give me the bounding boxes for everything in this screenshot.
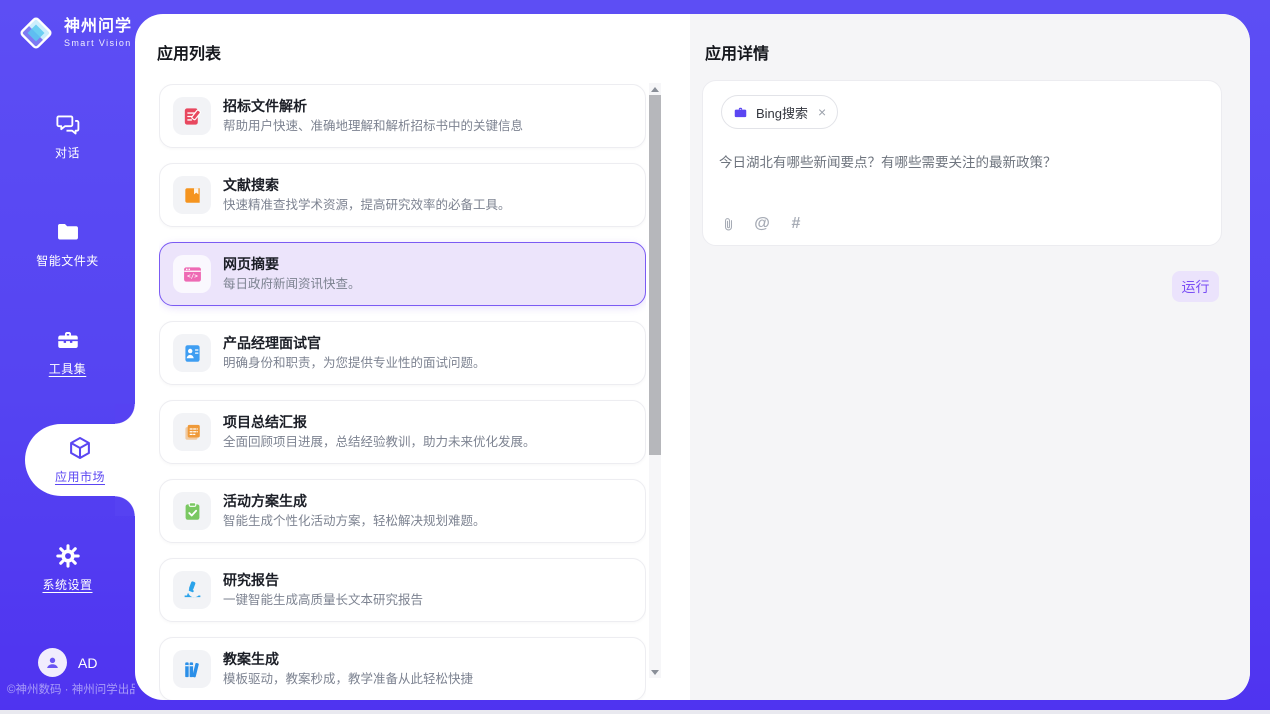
app-card-desc: 帮助用户快速、准确地理解和解析招标书中的关键信息 xyxy=(223,118,523,135)
detail-panel: 应用详情 Bing搜索 × 今日湖北有哪些新闻要点？有哪些需要关注的最新政策？ … xyxy=(690,14,1250,700)
sidebar-item-settings[interactable]: 系统设置 xyxy=(0,514,135,622)
user-name: AD xyxy=(78,655,97,671)
app-card[interactable]: 活动方案生成智能生成个性化活动方案，轻松解决规划难题。 xyxy=(159,479,646,543)
scrollbar-up-arrow[interactable] xyxy=(649,83,661,95)
sidebar-item-smart-folder[interactable]: 智能文件夹 xyxy=(0,190,135,298)
folder-icon xyxy=(55,219,81,245)
sidebar-item-label: 系统设置 xyxy=(42,576,92,593)
app-card-title: 研究报告 xyxy=(223,571,423,590)
cube-icon xyxy=(67,435,93,461)
app-detail-title: 应用详情 xyxy=(705,40,769,64)
sidebar-item-app-market[interactable]: 应用市场 xyxy=(25,424,135,496)
notes-icon xyxy=(173,413,211,451)
app-card-desc: 全面回顾项目进展，总结经验教训，助力未来优化发展。 xyxy=(223,434,536,451)
app-card-desc: 每日政府新闻资讯快查。 xyxy=(223,276,361,293)
app-card-text: 文献搜索快速精准查找学术资源，提高研究效率的必备工具。 xyxy=(223,176,511,214)
scrollbar-down-arrow[interactable] xyxy=(649,666,661,678)
at-icon[interactable]: @ xyxy=(753,215,771,233)
app-card[interactable]: 教案生成模板驱动，教案秒成，教学准备从此轻松快捷 xyxy=(159,637,646,700)
user-row[interactable]: AD xyxy=(38,648,97,677)
toolbox-icon xyxy=(55,327,81,353)
tool-chip[interactable]: Bing搜索 × xyxy=(721,95,838,129)
app-card-title: 产品经理面试官 xyxy=(223,334,486,353)
gear-icon xyxy=(55,543,81,569)
interviewer-icon xyxy=(173,334,211,372)
app-card-text: 项目总结汇报全面回顾项目进展，总结经验教训，助力未来优化发展。 xyxy=(223,413,536,451)
app-logo-text: 神州问学 Smart Vision xyxy=(64,18,132,48)
app-list-title: 应用列表 xyxy=(157,40,221,64)
app-logo: 神州问学 Smart Vision xyxy=(16,13,132,53)
app-card-title: 文献搜索 xyxy=(223,176,511,195)
app-card[interactable]: 项目总结汇报全面回顾项目进展，总结经验教训，助力未来优化发展。 xyxy=(159,400,646,464)
app-card-selected[interactable]: </> 网页摘要每日政府新闻资讯快查。 xyxy=(159,242,646,306)
app-card-title: 项目总结汇报 xyxy=(223,413,536,432)
books-icon xyxy=(173,650,211,688)
app-logo-icon xyxy=(16,13,56,53)
paperclip-icon[interactable] xyxy=(719,215,737,233)
chat-icon xyxy=(55,111,81,137)
app-card[interactable]: 产品经理面试官明确身份和职责，为您提供专业性的面试问题。 xyxy=(159,321,646,385)
scrollbar-thumb[interactable] xyxy=(649,95,661,455)
sidebar-item-label: 对话 xyxy=(55,144,80,161)
app-card[interactable]: 招标文件解析帮助用户快速、准确地理解和解析招标书中的关键信息 xyxy=(159,84,646,148)
composer-toolbar: @# xyxy=(719,215,805,233)
app-card-desc: 明确身份和职责，为您提供专业性的面试问题。 xyxy=(223,355,486,372)
app-window: { "app": { "name": "神州问学", "subtitle": "… xyxy=(0,0,1270,714)
window-bottom-edge xyxy=(0,710,1270,714)
sidebar-nav: 对话智能文件夹工具集应用市场系统设置 xyxy=(0,82,135,622)
app-card-text: 招标文件解析帮助用户快速、准确地理解和解析招标书中的关键信息 xyxy=(223,97,523,135)
app-card-title: 网页摘要 xyxy=(223,255,361,274)
app-subtitle: Smart Vision xyxy=(64,38,132,48)
hash-icon[interactable]: # xyxy=(787,215,805,233)
app-card-title: 教案生成 xyxy=(223,650,473,669)
briefcase-icon xyxy=(733,105,748,120)
clipboard-check-icon xyxy=(173,492,211,530)
close-icon[interactable]: × xyxy=(818,105,826,119)
app-name: 神州问学 xyxy=(64,18,132,36)
tool-chip-label: Bing搜索 xyxy=(756,103,808,122)
sidebar-item-label: 智能文件夹 xyxy=(36,252,99,269)
app-card-text: 网页摘要每日政府新闻资讯快查。 xyxy=(223,255,361,293)
app-card-title: 活动方案生成 xyxy=(223,492,486,511)
document-edit-icon xyxy=(173,97,211,135)
app-card-desc: 智能生成个性化活动方案，轻松解决规划难题。 xyxy=(223,513,486,530)
app-card-desc: 模板驱动，教案秒成，教学准备从此轻松快捷 xyxy=(223,671,473,688)
composer-card: Bing搜索 × 今日湖北有哪些新闻要点？有哪些需要关注的最新政策？ @# xyxy=(702,80,1222,246)
svg-text:</>: </> xyxy=(187,273,198,280)
sidebar-item-label: 工具集 xyxy=(49,360,87,377)
user-avatar-icon xyxy=(38,648,67,677)
app-card-list: 招标文件解析帮助用户快速、准确地理解和解析招标书中的关键信息文献搜索快速精准查找… xyxy=(159,84,646,700)
sidebar-item-chat[interactable]: 对话 xyxy=(0,82,135,190)
app-card-text: 教案生成模板驱动，教案秒成，教学准备从此轻松快捷 xyxy=(223,650,473,688)
run-button[interactable]: 运行 xyxy=(1172,271,1219,302)
app-card-title: 招标文件解析 xyxy=(223,97,523,116)
app-card-text: 活动方案生成智能生成个性化活动方案，轻松解决规划难题。 xyxy=(223,492,486,530)
sidebar-item-toolset[interactable]: 工具集 xyxy=(0,298,135,406)
app-card[interactable]: 研究报告一键智能生成高质量长文本研究报告 xyxy=(159,558,646,622)
main-panel: 应用列表 招标文件解析帮助用户快速、准确地理解和解析招标书中的关键信息文献搜索快… xyxy=(135,14,1250,700)
app-card-desc: 一键智能生成高质量长文本研究报告 xyxy=(223,592,423,609)
sidebar-item-label: 应用市场 xyxy=(55,468,105,485)
sidebar: 神州问学 Smart Vision 对话智能文件夹工具集应用市场系统设置 AD … xyxy=(0,0,135,714)
app-card-text: 产品经理面试官明确身份和职责，为您提供专业性的面试问题。 xyxy=(223,334,486,372)
app-card-text: 研究报告一键智能生成高质量长文本研究报告 xyxy=(223,571,423,609)
microscope-icon xyxy=(173,571,211,609)
book-icon xyxy=(173,176,211,214)
copyright-footer: ©神州数码 · 神州问学出品 xyxy=(7,681,135,697)
query-text[interactable]: 今日湖北有哪些新闻要点？有哪些需要关注的最新政策？ xyxy=(719,151,1205,171)
webpage-code-icon: </> xyxy=(173,255,211,293)
app-card[interactable]: 文献搜索快速精准查找学术资源，提高研究效率的必备工具。 xyxy=(159,163,646,227)
app-card-desc: 快速精准查找学术资源，提高研究效率的必备工具。 xyxy=(223,197,511,214)
scrollbar[interactable] xyxy=(649,83,661,678)
